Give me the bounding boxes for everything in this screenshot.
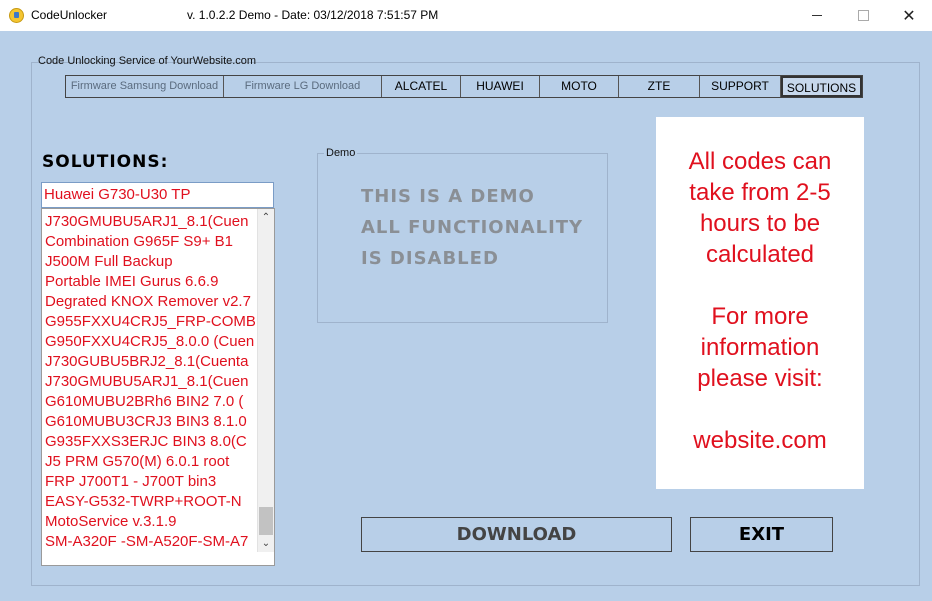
list-item[interactable]: G610MUBU3CRJ3 BIN3 8.1.0 [45,412,255,432]
demo-text-line-2: ALL FUNCTIONALITY [361,217,584,238]
chevron-down-icon[interactable]: ⌄ [258,535,274,552]
tab-huawei[interactable]: HUAWEI [461,76,540,97]
info-text-line: calculated [705,241,815,268]
list-item[interactable]: J730GMUBU5ARJ1_8.1(Cuen [45,212,255,232]
list-item[interactable]: G610MUBU2BRh6 BIN2 7.0 ( [45,392,255,412]
list-item[interactable]: G935FXXS3ERJC BIN3 8.0(C [45,432,255,452]
tab-support[interactable]: SUPPORT [700,76,781,97]
tab-firmware-samsung[interactable]: Firmware Samsung Download [66,76,224,97]
list-item[interactable]: G955FXXU4CRJ5_FRP-COMB [45,312,255,332]
chevron-up-icon[interactable]: ⌃ [258,209,274,226]
tab-solutions[interactable]: SOLUTIONS [781,76,862,97]
solutions-listbox[interactable]: J730GMUBU5ARJ1_8.1(Cuen Combination G965F… [41,208,275,566]
close-button[interactable]: ✕ [886,0,932,31]
list-item[interactable]: J730GMUBU5ARJ1_8.1(Cuen [45,372,255,392]
maximize-icon [857,10,869,21]
service-group-label: Code Unlocking Service of YourWebsite.co… [38,55,257,67]
info-text-line: information [700,334,820,361]
app-version-text: v. 1.0.2.2 Demo - Date: 03/12/2018 7:51:… [187,8,439,22]
title-bar: CodeUnlocker v. 1.0.2.2 Demo - Date: 03/… [0,0,932,31]
info-panel: All codes can take from 2-5 hours to be cal… [656,117,864,489]
listbox-scrollbar[interactable]: ⌃ ⌄ [257,209,274,552]
list-item[interactable]: G950FXXU4CRJ5_8.0.0 (Cuen [45,332,255,352]
demo-text-line-3: IS DISABLED [361,248,499,269]
maximize-button[interactable] [840,0,886,31]
list-item[interactable]: Combination G965F S9+ B1 [45,232,255,252]
selected-solution-field[interactable]: Huawei G730-U30 TP [41,182,274,208]
demo-group-box [317,153,608,323]
list-item[interactable]: EASY-G532-TWRP+ROOT-N [45,492,255,512]
tab-alcatel[interactable]: ALCATEL [382,76,461,97]
solutions-heading: SOLUTIONS: [42,152,169,172]
scrollbar-thumb[interactable] [259,507,273,535]
info-text-line: hours to be [699,210,821,237]
selected-solution-text: Huawei G730-U30 TP [44,186,191,203]
info-text-line: website.com [693,427,827,454]
list-item[interactable]: MotoService v.3.1.9 [45,512,255,532]
tab-moto[interactable]: MOTO [540,76,619,97]
info-text-line: please visit: [697,365,823,392]
download-button[interactable]: DOWNLOAD [361,517,672,552]
minimize-icon [812,15,822,16]
list-item[interactable]: Degrated KNOX Remover v2.7 [45,292,255,312]
tab-zte[interactable]: ZTE [619,76,700,97]
info-text-line: take from 2-5 [689,179,831,206]
demo-text-line-1: THIS IS A DEMO [361,186,535,207]
app-title: CodeUnlocker [31,8,108,22]
info-text-line: All codes can [688,148,832,175]
minimize-button[interactable] [794,0,840,31]
list-item[interactable]: Portable IMEI Gurus 6.6.9 [45,272,255,292]
info-text-line: For more [711,303,809,330]
list-item[interactable]: FRP J700T1 - J700T bin3 [45,472,255,492]
tab-firmware-lg[interactable]: Firmware LG Download [224,76,382,97]
demo-group-label: Demo [324,147,358,159]
list-item[interactable]: J5 PRM G570(M) 6.0.1 root [45,452,255,472]
exit-button[interactable]: EXIT [690,517,833,552]
app-icon [9,8,24,23]
solutions-list: J730GMUBU5ARJ1_8.1(Cuen Combination G965F… [45,212,255,552]
list-item[interactable]: J500M Full Backup [45,252,255,272]
list-item[interactable]: J730GUBU5BRJ2_8.1(Cuenta [45,352,255,372]
list-item[interactable]: SM-A320F -SM-A520F-SM-A7 [45,532,255,552]
tab-bar: Firmware Samsung Download Firmware LG Do… [65,75,863,98]
close-icon: ✕ [902,7,916,25]
